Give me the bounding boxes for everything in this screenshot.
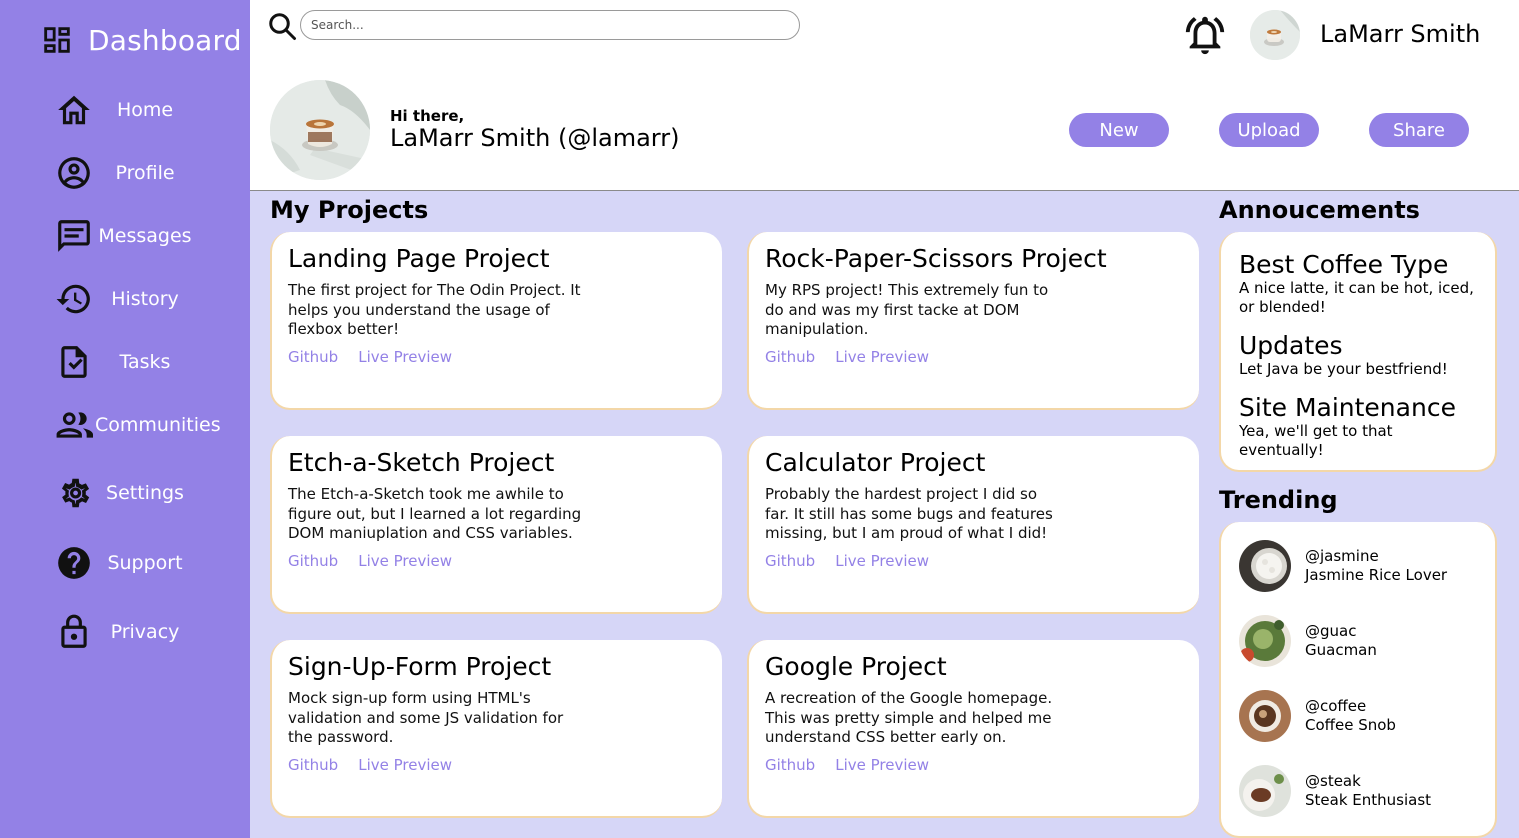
project-description: The Etch-a-Sketch took me awhile to figu… — [288, 485, 582, 542]
steak-avatar — [1239, 765, 1291, 817]
greeting: Hi there, — [390, 107, 465, 125]
project-title: Calculator Project — [765, 448, 986, 477]
bell-icon[interactable] — [1182, 12, 1228, 58]
project-title: Etch-a-Sketch Project — [288, 448, 555, 477]
announcement-title: Updates — [1239, 331, 1343, 360]
announcement-title: Site Maintenance — [1239, 393, 1456, 422]
sidebar-item-support[interactable]: Support — [55, 543, 245, 583]
project-description: My RPS project! This extremely fun to do… — [765, 281, 1049, 338]
upload-button[interactable]: Upload — [1219, 113, 1319, 147]
coffee-profile-image — [270, 80, 370, 180]
communities-icon — [56, 412, 93, 438]
trending-user[interactable]: @guac Guacman — [1239, 615, 1377, 667]
trending-name: Jasmine Rice Lover — [1305, 566, 1448, 584]
sidebar-item-label: Support — [107, 552, 183, 574]
project-card: Calculator Project Probably the hardest … — [747, 436, 1199, 614]
guac-avatar — [1239, 615, 1291, 667]
sidebar-item-communities[interactable]: Communities — [55, 405, 245, 445]
github-link[interactable]: Github — [765, 756, 815, 774]
project-card: Rock-Paper-Scissors Project My RPS proje… — [747, 232, 1199, 410]
project-card: Sign-Up-Form Project Mock sign-up form u… — [270, 640, 722, 818]
live-preview-link[interactable]: Live Preview — [358, 756, 452, 774]
trending-user[interactable]: @coffee Coffee Snob — [1239, 690, 1396, 742]
github-link[interactable]: Github — [288, 552, 338, 570]
project-description: A recreation of the Google homepage. Thi… — [765, 689, 1053, 746]
sidebar-item-label: Communities — [95, 414, 221, 436]
avatar[interactable] — [1250, 10, 1300, 60]
coffee-avatar — [1239, 690, 1291, 742]
project-title: Landing Page Project — [288, 244, 550, 273]
sidebar-item-label: Home — [116, 99, 174, 121]
sidebar-item-label: Profile — [115, 162, 175, 184]
trending-name: Guacman — [1305, 641, 1377, 659]
announcement-title: Best Coffee Type — [1239, 250, 1449, 279]
new-button[interactable]: New — [1069, 113, 1169, 147]
project-card: Etch-a-Sketch Project The Etch-a-Sketch … — [270, 436, 722, 614]
search-input[interactable] — [300, 10, 800, 40]
announcement-item: Best Coffee Type A nice latte, it can be… — [1221, 250, 1495, 317]
project-card: Google Project A recreation of the Googl… — [747, 640, 1199, 818]
announcements-card: Best Coffee Type A nice latte, it can be… — [1219, 232, 1497, 472]
trending-name: Steak Enthusiast — [1305, 791, 1432, 809]
trending-name: Coffee Snob — [1305, 716, 1396, 734]
announcement-item: Site Maintenance Yea, we'll get to that … — [1221, 393, 1495, 460]
share-button[interactable]: Share — [1369, 113, 1469, 147]
project-description: Mock sign-up form using HTML's validatio… — [288, 689, 564, 746]
greeting-name: LaMarr Smith (@lamarr) — [390, 124, 680, 152]
sidebar-item-label: Privacy — [110, 621, 180, 643]
search-icon[interactable] — [267, 11, 297, 41]
project-description: Probably the hardest project I did so fa… — [765, 485, 1053, 542]
trending-card: @jasmine Jasmine Rice Lover @guac Guacma… — [1219, 522, 1497, 838]
header: LaMarr Smith Hi there, LaMarr Smith (@la… — [250, 0, 1519, 191]
github-link[interactable]: Github — [765, 348, 815, 366]
github-link[interactable]: Github — [288, 756, 338, 774]
brand[interactable]: Dashboard — [40, 22, 242, 58]
dashboard-icon — [44, 27, 70, 53]
project-title: Google Project — [765, 652, 947, 681]
sidebar-item-label: Settings — [106, 482, 184, 504]
project-title: Rock-Paper-Scissors Project — [765, 244, 1107, 273]
coffee-avatar-image — [1250, 10, 1300, 60]
live-preview-link[interactable]: Live Preview — [835, 552, 929, 570]
trending-user[interactable]: @steak Steak Enthusiast — [1239, 765, 1431, 817]
live-preview-link[interactable]: Live Preview — [358, 348, 452, 366]
brand-title: Dashboard — [88, 23, 242, 57]
trending-handle: @jasmine — [1305, 547, 1379, 565]
sidebar-item-privacy[interactable]: Privacy — [55, 612, 245, 652]
sidebar-item-label: Tasks — [119, 351, 171, 373]
live-preview-link[interactable]: Live Preview — [835, 756, 929, 774]
github-link[interactable]: Github — [765, 552, 815, 570]
trending-handle: @coffee — [1305, 697, 1367, 715]
projects-title: My Projects — [270, 196, 429, 224]
announcement-body: Let Java be your bestfriend! — [1239, 360, 1448, 378]
announcement-item: Updates Let Java be your bestfriend! — [1221, 331, 1495, 379]
announcement-body: A nice latte, it can be hot, iced, or bl… — [1239, 279, 1474, 316]
rice-avatar — [1239, 540, 1291, 592]
announcements-title: Annoucements — [1219, 196, 1420, 224]
sidebar-item-label: Messages — [98, 225, 192, 247]
trending-handle: @guac — [1305, 622, 1357, 640]
trending-user[interactable]: @jasmine Jasmine Rice Lover — [1239, 540, 1447, 592]
sidebar: Dashboard Home Profile Messages History … — [0, 0, 250, 838]
trending-title: Trending — [1219, 486, 1338, 514]
sidebar-item-home[interactable]: Home — [55, 90, 245, 130]
sidebar-item-history[interactable]: History — [55, 279, 245, 319]
live-preview-link[interactable]: Live Preview — [358, 552, 452, 570]
project-description: The first project for The Odin Project. … — [288, 281, 581, 338]
user-name: LaMarr Smith — [1320, 20, 1481, 48]
sidebar-item-settings[interactable]: Settings — [55, 473, 245, 513]
sidebar-item-label: History — [111, 288, 179, 310]
live-preview-link[interactable]: Live Preview — [835, 348, 929, 366]
announcement-body: Yea, we'll get to that eventually! — [1239, 422, 1393, 459]
sidebar-item-tasks[interactable]: Tasks — [55, 342, 245, 382]
trending-handle: @steak — [1305, 772, 1361, 790]
project-card: Landing Page Project The first project f… — [270, 232, 722, 410]
project-title: Sign-Up-Form Project — [288, 652, 552, 681]
sidebar-item-messages[interactable]: Messages — [55, 216, 245, 256]
sidebar-item-profile[interactable]: Profile — [55, 153, 245, 193]
profile-avatar[interactable] — [270, 80, 370, 180]
github-link[interactable]: Github — [288, 348, 338, 366]
